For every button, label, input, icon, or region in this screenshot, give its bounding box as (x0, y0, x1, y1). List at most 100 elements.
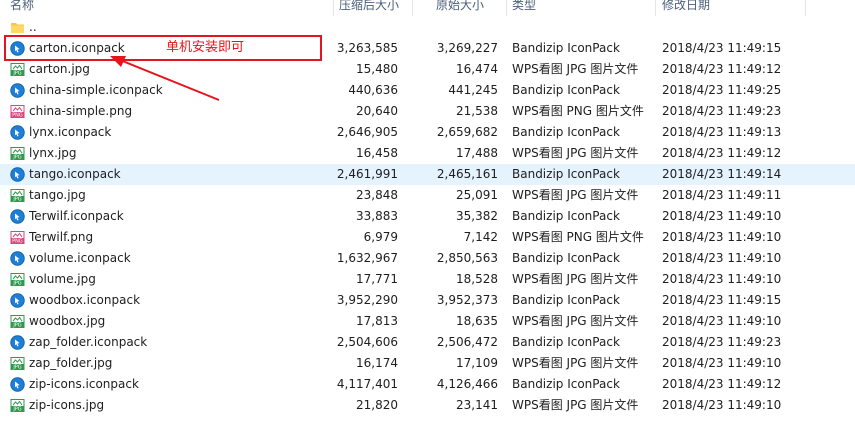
file-name: carton.jpg (29, 62, 90, 76)
file-compressed-size: 16,174 (356, 356, 398, 370)
file-row[interactable]: JPG lynx.jpg 16,458 17,488 WPS看图 JPG 图片文件 201… (0, 143, 855, 164)
jpg-icon: JPG (10, 146, 25, 161)
file-name: tango.iconpack (29, 167, 121, 181)
svg-text:JPG: JPG (12, 197, 21, 203)
file-modified-date: 2018/4/23 11:49:10 (662, 251, 782, 265)
file-compressed-size: 2,461,991 (336, 167, 398, 181)
file-modified-date: 2018/4/23 11:49:10 (662, 209, 782, 223)
file-name: zap_folder.iconpack (29, 335, 148, 349)
folder-icon (10, 20, 25, 35)
file-modified-date: 2018/4/23 11:49:11 (662, 188, 782, 202)
column-divider[interactable] (805, 0, 806, 16)
svg-text:PNG: PNG (12, 113, 23, 119)
file-type: Bandizip IconPack (512, 125, 620, 139)
column-header-compressed[interactable]: 压缩后大小 (339, 0, 409, 16)
file-type: Bandizip IconPack (512, 335, 620, 349)
file-compressed-size: 33,883 (356, 209, 398, 223)
svg-text:JPG: JPG (12, 281, 21, 287)
file-row[interactable]: zap_folder.iconpack 2,504,606 2,506,472 Ban… (0, 332, 855, 353)
column-header-name[interactable]: 名称 (10, 0, 70, 16)
column-divider[interactable] (655, 0, 656, 16)
file-row[interactable]: JPG zap_folder.jpg 16,174 17,109 WPS看图 JPG 图… (0, 353, 855, 374)
jpg-icon: JPG (10, 62, 25, 77)
jpg-icon: JPG (10, 314, 25, 329)
file-name: zap_folder.jpg (29, 356, 113, 370)
file-name: zip-icons.iconpack (29, 377, 139, 391)
column-header-type[interactable]: 类型 (512, 0, 572, 16)
column-divider[interactable] (412, 0, 413, 16)
file-row[interactable]: JPG carton.jpg 15,480 16,474 WPS看图 JPG 图片文件 2… (0, 59, 855, 80)
file-modified-date: 2018/4/23 11:49:15 (662, 41, 782, 55)
file-compressed-size: 3,263,585 (336, 41, 398, 55)
png-icon: PNG (10, 230, 25, 245)
file-compressed-size: 3,952,290 (336, 293, 398, 307)
iconpack-icon (10, 167, 25, 182)
file-list: .. carton.iconpack 3,263,585 3,269,227 Band… (0, 17, 855, 416)
file-original-size: 3,269,227 (436, 41, 498, 55)
file-row[interactable]: JPG tango.jpg 23,848 25,091 WPS看图 JPG 图片文件 20… (0, 185, 855, 206)
file-modified-date: 2018/4/23 11:49:10 (662, 356, 782, 370)
file-name: volume.iconpack (29, 251, 131, 265)
file-row[interactable]: Terwilf.iconpack 33,883 35,382 Bandizip Ico… (0, 206, 855, 227)
file-original-size: 2,465,161 (436, 167, 498, 181)
column-header: 名称 压缩后大小 原始大小 类型 修改日期 (0, 0, 855, 16)
svg-text:PNG: PNG (12, 239, 23, 245)
file-modified-date: 2018/4/23 11:49:12 (662, 377, 782, 391)
file-compressed-size: 4,117,401 (336, 377, 398, 391)
file-modified-date: 2018/4/23 11:49:25 (662, 83, 782, 97)
file-name: zip-icons.jpg (29, 398, 105, 412)
file-modified-date: 2018/4/23 11:49:12 (662, 146, 782, 160)
file-row[interactable]: JPG woodbox.jpg 17,813 18,635 WPS看图 JPG 图片文件… (0, 311, 855, 332)
file-row[interactable]: JPG volume.jpg 17,771 18,528 WPS看图 JPG 图片文件 2… (0, 269, 855, 290)
file-name: woodbox.jpg (29, 314, 106, 328)
file-type: WPS看图 PNG 图片文件 (512, 104, 644, 118)
iconpack-icon (10, 209, 25, 224)
file-compressed-size: 15,480 (356, 62, 398, 76)
file-row[interactable]: PNG china-simple.png 20,640 21,538 WPS看图 PNG… (0, 101, 855, 122)
file-row[interactable]: volume.iconpack 1,632,967 2,850,563 Bandizi… (0, 248, 855, 269)
file-type: WPS看图 JPG 图片文件 (512, 62, 639, 76)
file-row[interactable]: china-simple.iconpack 440,636 441,245 Bandi… (0, 80, 855, 101)
file-original-size: 2,506,472 (436, 335, 498, 349)
file-original-size: 21,538 (456, 104, 498, 118)
file-type: Bandizip IconPack (512, 293, 620, 307)
file-compressed-size: 20,640 (356, 104, 398, 118)
file-row[interactable]: zip-icons.iconpack 4,117,401 4,126,466 Band… (0, 374, 855, 395)
file-name: china-simple.png (29, 104, 133, 118)
file-row[interactable]: JPG zip-icons.jpg 21,820 23,141 WPS看图 JPG 图片… (0, 395, 855, 416)
column-divider[interactable] (506, 0, 507, 16)
file-compressed-size: 17,771 (356, 272, 398, 286)
column-header-original[interactable]: 原始大小 (436, 0, 506, 16)
file-compressed-size: 2,646,905 (336, 125, 398, 139)
file-compressed-size: 2,504,606 (336, 335, 398, 349)
file-row[interactable]: lynx.iconpack 2,646,905 2,659,682 Bandizip … (0, 122, 855, 143)
file-compressed-size: 16,458 (356, 146, 398, 160)
file-row[interactable]: tango.iconpack 2,461,991 2,465,161 Bandizip… (0, 164, 855, 185)
file-type: Bandizip IconPack (512, 41, 620, 55)
svg-text:JPG: JPG (12, 71, 21, 77)
jpg-icon: JPG (10, 398, 25, 413)
svg-text:JPG: JPG (12, 155, 21, 161)
file-name: Terwilf.png (29, 230, 94, 244)
file-type: Bandizip IconPack (512, 251, 620, 265)
jpg-icon: JPG (10, 188, 25, 203)
svg-text:JPG: JPG (12, 365, 21, 371)
file-original-size: 17,488 (456, 146, 498, 160)
file-type: WPS看图 JPG 图片文件 (512, 188, 639, 202)
column-header-modified[interactable]: 修改日期 (662, 0, 742, 16)
file-modified-date: 2018/4/23 11:49:10 (662, 230, 782, 244)
file-original-size: 25,091 (456, 188, 498, 202)
file-row[interactable]: woodbox.iconpack 3,952,290 3,952,373 Bandiz… (0, 290, 855, 311)
file-original-size: 3,952,373 (436, 293, 498, 307)
file-name: volume.jpg (29, 272, 96, 286)
file-compressed-size: 6,979 (363, 230, 398, 244)
file-type: Bandizip IconPack (512, 377, 620, 391)
file-original-size: 16,474 (456, 62, 498, 76)
file-original-size: 2,850,563 (436, 251, 498, 265)
column-divider[interactable] (333, 0, 334, 16)
file-row[interactable]: PNG Terwilf.png 6,979 7,142 WPS看图 PNG 图片文件 20… (0, 227, 855, 248)
iconpack-icon (10, 377, 25, 392)
file-name: lynx.iconpack (29, 125, 112, 139)
file-type: Bandizip IconPack (512, 83, 620, 97)
file-modified-date: 2018/4/23 11:49:13 (662, 125, 782, 139)
